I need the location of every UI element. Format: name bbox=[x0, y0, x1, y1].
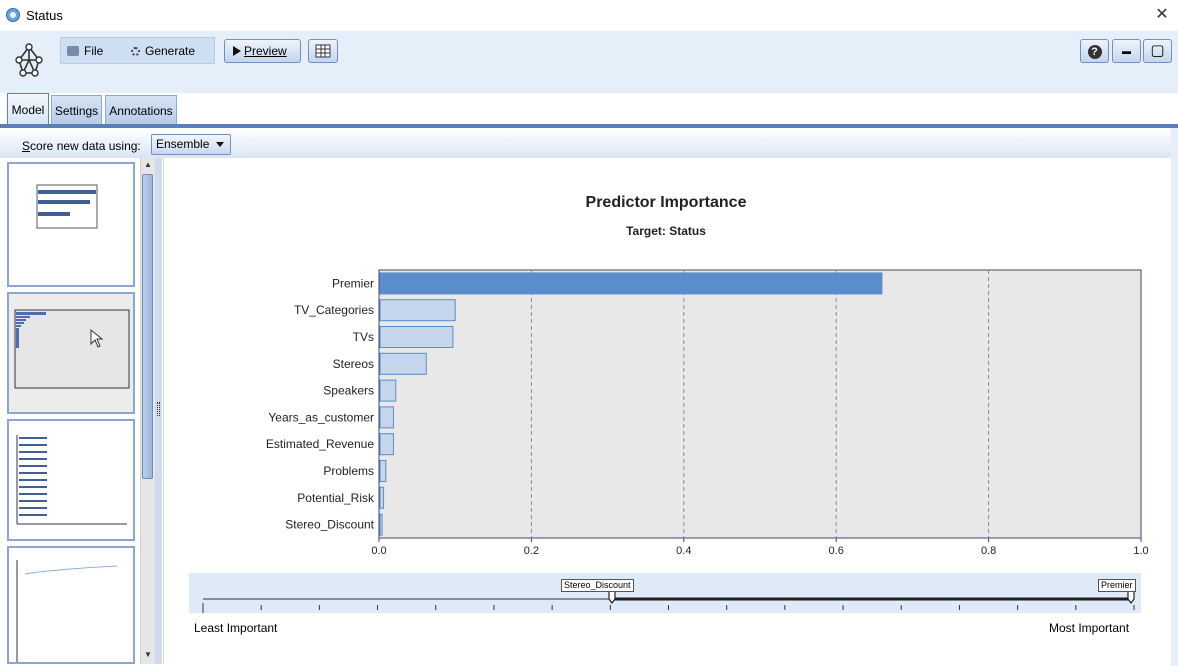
maximize-icon: ▢ bbox=[1150, 42, 1165, 59]
score-label: Score new data using: bbox=[22, 139, 141, 153]
tab-model[interactable]: Model bbox=[7, 93, 49, 125]
minimize-button[interactable]: ▬ bbox=[1112, 39, 1141, 63]
maximize-button[interactable]: ▢ bbox=[1143, 39, 1172, 63]
thumbnail-predictor-importance[interactable] bbox=[7, 292, 135, 414]
slider-min-handle[interactable] bbox=[608, 590, 616, 604]
bar-premier bbox=[379, 272, 883, 295]
x-tick-label: 0.4 bbox=[676, 545, 691, 557]
score-row: Score new data using: Ensemble bbox=[0, 128, 1178, 158]
x-tick-label: 0.2 bbox=[524, 545, 539, 557]
tab-annotations[interactable]: Annotations bbox=[105, 95, 177, 125]
scroll-down-icon[interactable]: ▼ bbox=[141, 648, 155, 662]
importance-range-slider[interactable] bbox=[189, 573, 1141, 613]
chart-subtitle: Target: Status bbox=[626, 224, 706, 238]
scrollbar-thumb[interactable] bbox=[142, 174, 153, 479]
y-tick-label: Premier bbox=[332, 276, 374, 290]
y-tick-label: TVs bbox=[353, 330, 374, 344]
export-button[interactable] bbox=[308, 39, 338, 63]
bar-estimated-revenue bbox=[379, 433, 394, 456]
predictor-importance-chart: 0.0 0.2 0.4 0.6 0.8 1.0 Premier TV_Categories TV… bbox=[266, 269, 1149, 557]
title-bar bbox=[0, 0, 1178, 32]
thumbnail-model-summary[interactable] bbox=[7, 162, 135, 287]
x-tick-label: 0.0 bbox=[371, 545, 386, 557]
y-tick-label: Estimated_Revenue bbox=[266, 437, 374, 451]
bar-tv-categories bbox=[379, 299, 456, 322]
minimize-icon: ▬ bbox=[1122, 46, 1131, 56]
generate-gear-icon bbox=[131, 47, 140, 56]
thumbnail-scrollbar[interactable]: ▲ ▼ bbox=[140, 158, 155, 664]
chevron-down-icon bbox=[216, 142, 224, 147]
bar-speakers bbox=[379, 379, 397, 402]
bar-problems bbox=[379, 460, 387, 482]
importance-thumbnail-icon bbox=[14, 309, 130, 389]
tab-settings[interactable]: Settings bbox=[51, 95, 102, 125]
file-menu-label: File bbox=[84, 44, 104, 58]
file-folder-icon bbox=[67, 46, 79, 56]
help-button[interactable]: ? bbox=[1080, 39, 1109, 63]
toolbar: File Generate Preview ? ▬ ▢ bbox=[0, 31, 1178, 93]
preview-button[interactable]: Preview bbox=[224, 39, 301, 63]
y-tick-label: Potential_Risk bbox=[297, 491, 375, 505]
y-tick-label: Problems bbox=[323, 464, 374, 478]
plot-area bbox=[378, 269, 1142, 539]
window-right-border bbox=[1171, 128, 1178, 666]
x-tick-label: 0.6 bbox=[829, 545, 844, 557]
slider-max-handle[interactable] bbox=[1127, 590, 1135, 604]
generate-menu[interactable]: Generate bbox=[131, 43, 195, 59]
scroll-up-icon[interactable]: ▲ bbox=[141, 158, 155, 172]
most-important-label: Most Important bbox=[1049, 621, 1130, 635]
y-tick-label: Stereos bbox=[333, 357, 374, 371]
line-chart-thumbnail-icon bbox=[16, 560, 118, 662]
menu-strip: File Generate bbox=[60, 37, 215, 64]
export-table-icon bbox=[315, 44, 331, 58]
slider-min-tag: Stereo_Discount bbox=[561, 579, 634, 592]
predictor-list-thumbnail-icon bbox=[16, 435, 127, 525]
splitter-grip-icon[interactable] bbox=[157, 402, 160, 416]
thumbnail-accuracy-line[interactable] bbox=[7, 546, 135, 664]
thumbnail-predictor-list[interactable] bbox=[7, 419, 135, 541]
y-tick-label: Stereo_Discount bbox=[285, 518, 374, 532]
score-label-text: core new data using: bbox=[30, 139, 141, 153]
bar-years-as-customer bbox=[379, 406, 394, 429]
y-tick-label: TV_Categories bbox=[294, 303, 374, 317]
score-label-mnemonic: S bbox=[22, 139, 31, 153]
model-nugget-icon bbox=[15, 43, 43, 77]
x-tick-label: 0.8 bbox=[981, 545, 996, 557]
bar-tvs bbox=[379, 326, 454, 348]
help-icon: ? bbox=[1087, 45, 1102, 59]
least-important-label: Least Important bbox=[194, 621, 278, 635]
window-title: Status bbox=[26, 8, 63, 23]
y-tick-label: Years_as_customer bbox=[268, 410, 374, 424]
bar-potential-risk bbox=[379, 486, 385, 509]
y-tick-label: Speakers bbox=[323, 384, 374, 398]
app-globe-icon bbox=[6, 8, 20, 22]
x-tick-label: 1.0 bbox=[1133, 545, 1148, 557]
bar-chart-thumbnail-icon bbox=[36, 184, 98, 229]
file-menu[interactable]: File bbox=[67, 43, 103, 59]
preview-label: Preview bbox=[244, 44, 287, 58]
score-method-value: Ensemble bbox=[156, 137, 210, 151]
bar-stereo-discount bbox=[379, 513, 383, 536]
close-button[interactable]: ✕ bbox=[1152, 4, 1172, 26]
bar-stereos bbox=[379, 352, 427, 375]
generate-menu-label: Generate bbox=[145, 44, 196, 58]
play-icon bbox=[233, 46, 241, 56]
score-method-select[interactable]: Ensemble bbox=[151, 134, 231, 155]
view-thumbnails-pane bbox=[7, 158, 139, 664]
slider-max-tag: Premier bbox=[1098, 579, 1136, 592]
chart-title: Predictor Importance bbox=[585, 194, 747, 211]
